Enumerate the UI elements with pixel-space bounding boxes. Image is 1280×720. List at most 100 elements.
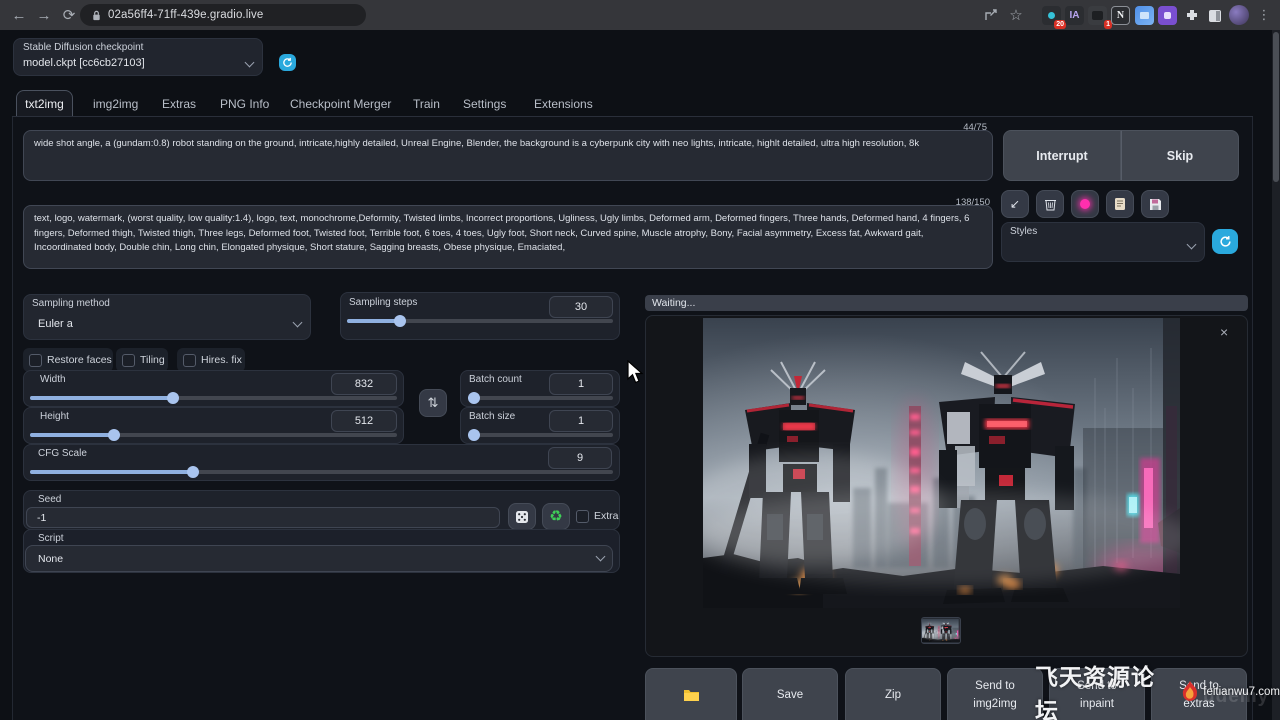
ext-ia-icon[interactable]: IA <box>1065 6 1084 25</box>
save-button[interactable]: Save <box>742 668 838 720</box>
sampling-method-label: Sampling method <box>32 298 110 309</box>
width-slider[interactable] <box>30 392 397 400</box>
swap-dimensions-button[interactable]: ⇅ <box>419 389 447 417</box>
sidebar-toggle-icon[interactable] <box>1205 6 1224 25</box>
styles-select[interactable]: Styles <box>1001 222 1205 262</box>
lock-icon <box>92 10 101 21</box>
extensions-puzzle-icon[interactable] <box>1182 6 1201 25</box>
negative-prompt-textarea[interactable]: text, logo, watermark, (worst quality, l… <box>23 205 993 269</box>
hires-fix-label: Hires. fix <box>201 354 242 366</box>
reuse-seed-button[interactable]: ♻ <box>542 503 570 530</box>
progress-bar: Waiting... <box>645 295 1248 311</box>
script-value: None <box>38 553 63 565</box>
tab-checkpoint-merger[interactable]: Checkpoint Merger <box>288 90 393 117</box>
script-select[interactable]: None <box>25 545 613 572</box>
arrow-down-left-icon: ↙ <box>1010 197 1020 211</box>
seed-extra-checkbox[interactable] <box>576 510 589 523</box>
tab-extensions[interactable]: Extensions <box>532 90 595 117</box>
apply-style-button[interactable] <box>1106 190 1134 218</box>
share-icon[interactable] <box>980 4 1002 26</box>
chevron-down-icon <box>245 58 255 68</box>
swap-arrows-icon: ⇅ <box>428 395 439 411</box>
ext-image-icon[interactable] <box>1135 6 1154 25</box>
profile-avatar[interactable] <box>1229 5 1249 25</box>
chevron-down-icon <box>293 318 303 328</box>
prompt-textarea[interactable]: wide shot angle, a (gundam:0.8) robot st… <box>23 130 993 181</box>
save-style-button[interactable] <box>1141 190 1169 218</box>
recycle-icon: ♻ <box>549 509 562 524</box>
progress-status: Waiting... <box>652 297 695 309</box>
paste-params-button[interactable]: ↙ <box>1001 190 1029 218</box>
interrupt-button[interactable]: Interrupt <box>1003 130 1121 181</box>
height-slider[interactable] <box>30 429 397 437</box>
checkpoint-label: Stable Diffusion checkpoint <box>23 42 143 53</box>
tab-train[interactable]: Train <box>411 90 442 117</box>
ext-notion-icon[interactable]: N <box>1111 6 1130 25</box>
script-block: Script None <box>23 529 620 573</box>
tab-png-info[interactable]: PNG Info <box>218 90 271 117</box>
styles-label: Styles <box>1010 226 1037 237</box>
send-to-img2img-button[interactable]: Send to img2img <box>947 668 1043 720</box>
extra-networks-button[interactable] <box>1071 190 1099 218</box>
hires-fix-checkbox[interactable]: Hires. fix <box>177 348 245 372</box>
ext-camera-icon[interactable]: 1 <box>1088 6 1107 25</box>
url-text: 02a56ff4-71ff-439e.gradio.live <box>108 9 263 21</box>
floppy-icon <box>1149 198 1162 211</box>
tab-txt2img[interactable]: txt2img <box>16 90 73 117</box>
address-bar[interactable]: 02a56ff4-71ff-439e.gradio.live <box>80 4 366 26</box>
open-folder-button[interactable] <box>645 668 737 720</box>
batch-size-slider[interactable] <box>468 429 613 437</box>
gallery-thumbnail[interactable] <box>921 617 961 644</box>
checkpoint-select[interactable]: Stable Diffusion checkpoint model.ckpt [… <box>13 38 263 76</box>
checkpoint-value: model.ckpt [cc6cb27103] <box>23 57 145 69</box>
sampling-method-select[interactable]: Sampling method Euler a <box>23 294 311 340</box>
batch-count-slider[interactable] <box>468 392 613 400</box>
sampling-steps-block: Sampling steps 30 <box>340 292 620 340</box>
checkpoint-refresh-button[interactable] <box>279 54 296 71</box>
clear-prompt-button[interactable] <box>1036 190 1064 218</box>
zip-button[interactable]: Zip <box>845 668 941 720</box>
mouse-cursor <box>627 360 645 386</box>
folder-icon <box>683 688 700 702</box>
tab-extras[interactable]: Extras <box>160 90 198 117</box>
browser-reload-icon[interactable]: ⟳ <box>58 4 80 26</box>
width-label: Width <box>40 374 66 385</box>
restore-faces-checkbox[interactable]: Restore faces <box>23 348 113 372</box>
close-image-button[interactable]: × <box>1220 324 1228 340</box>
checkbox-icon <box>29 354 42 367</box>
height-block: Height 512 <box>23 407 404 444</box>
seed-input[interactable]: -1 <box>26 507 500 528</box>
seed-label: Seed <box>38 494 61 505</box>
random-seed-button[interactable] <box>508 503 536 530</box>
tab-img2img[interactable]: img2img <box>91 90 140 117</box>
batch-size-block: Batch size 1 <box>460 407 620 444</box>
sampling-method-value: Euler a <box>38 318 73 330</box>
ext-pin-icon[interactable]: 20 <box>1042 6 1061 25</box>
ext-purple-icon[interactable] <box>1158 6 1177 25</box>
send-to-inpaint-button[interactable]: Send to inpaint <box>1049 668 1145 720</box>
dice-icon <box>515 510 529 524</box>
batch-count-block: Batch count 1 <box>460 370 620 407</box>
cfg-scale-slider[interactable] <box>30 466 613 474</box>
cfg-scale-block: CFG Scale 9 <box>23 444 620 481</box>
tiling-label: Tiling <box>140 354 165 366</box>
height-label: Height <box>40 411 69 422</box>
skip-button[interactable]: Skip <box>1121 130 1239 181</box>
chevron-down-icon <box>1187 240 1197 250</box>
browser-menu-icon[interactable]: ⋮ <box>1253 4 1275 26</box>
tiling-checkbox[interactable]: Tiling <box>116 348 168 372</box>
styles-refresh-button[interactable] <box>1212 229 1238 254</box>
scrollbar-thumb[interactable] <box>1273 32 1279 182</box>
seed-block: Seed -1 ♻ Extra <box>23 490 620 530</box>
browser-forward-icon[interactable]: → <box>33 4 55 26</box>
script-label: Script <box>38 533 64 544</box>
generated-image[interactable] <box>703 318 1180 608</box>
cfg-scale-label: CFG Scale <box>38 448 87 459</box>
sampling-steps-slider[interactable] <box>347 315 613 323</box>
bookmark-star-icon[interactable]: ☆ <box>1005 4 1027 26</box>
browser-toolbar: ← → ⟳ 02a56ff4-71ff-439e.gradio.live ☆ 2… <box>0 0 1280 30</box>
browser-back-icon[interactable]: ← <box>8 4 30 26</box>
width-block: Width 832 <box>23 370 404 407</box>
tab-settings[interactable]: Settings <box>461 90 508 117</box>
sampling-steps-label: Sampling steps <box>349 297 417 308</box>
